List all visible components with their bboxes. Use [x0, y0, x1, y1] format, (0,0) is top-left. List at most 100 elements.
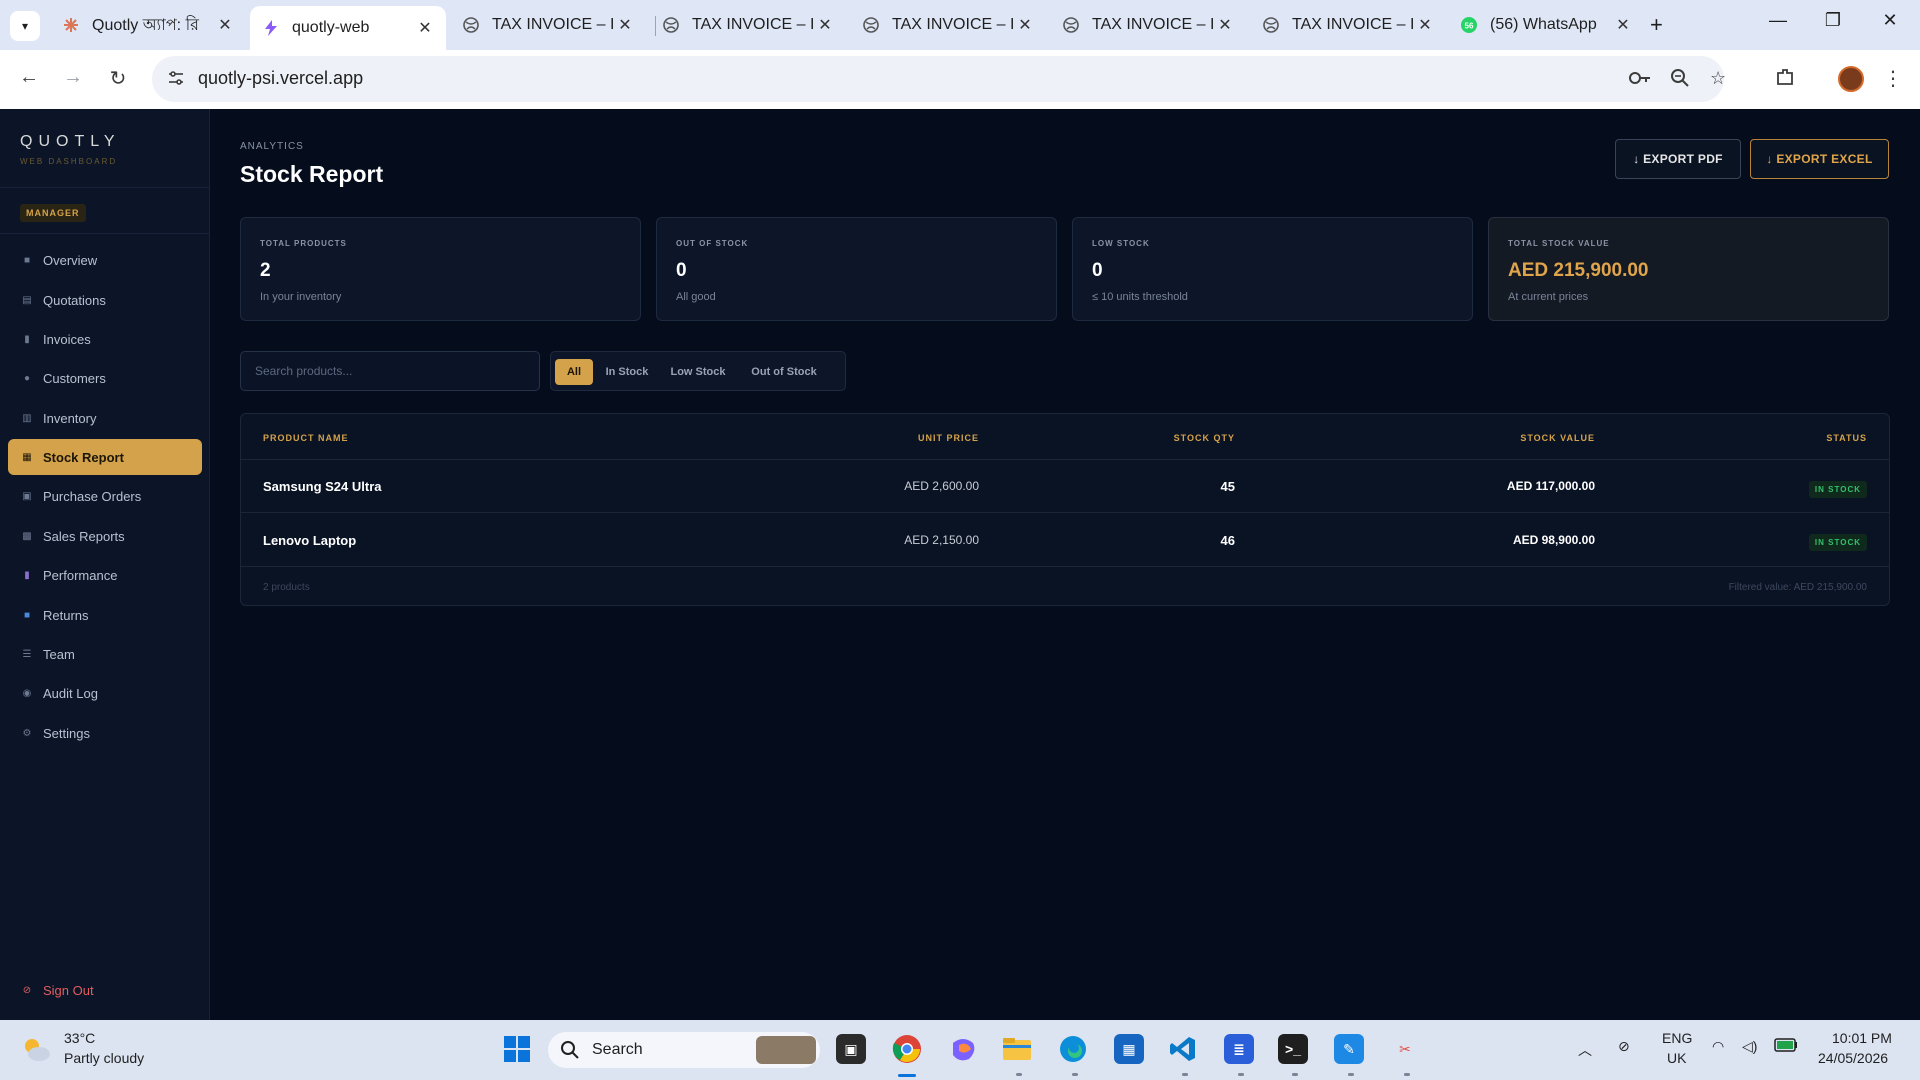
restore-button[interactable]: ❐ [1813, 10, 1853, 31]
running-app-indicator [1182, 1073, 1188, 1076]
close-window-button[interactable]: ✕ [1870, 10, 1910, 31]
zoom-icon[interactable] [1670, 68, 1690, 93]
sidebar-item-label: Sales Reports [43, 528, 125, 544]
search-input[interactable] [240, 351, 540, 391]
copilot-icon[interactable] [948, 1034, 978, 1064]
sidebar-item-purchase-orders[interactable]: ▣ Purchase Orders [8, 478, 202, 514]
browser-tab[interactable]: Quotly অ্যাপ: রি ✕ [50, 7, 246, 43]
keyboard-layout[interactable]: UK [1667, 1050, 1686, 1066]
minimize-button[interactable]: — [1758, 10, 1798, 31]
input-language[interactable]: ENG [1662, 1030, 1692, 1046]
close-icon[interactable]: ✕ [1614, 15, 1632, 35]
browser-tab-active[interactable]: quotly-web ✕ [250, 6, 446, 50]
filter-in-stock[interactable]: In Stock [599, 359, 655, 385]
search-icon [560, 1040, 580, 1065]
divider [0, 187, 210, 188]
volume-icon[interactable]: ◁) [1742, 1038, 1757, 1055]
return-icon: ■ [23, 609, 31, 621]
product-name: Lenovo Laptop [263, 533, 357, 548]
snipping-tool-icon[interactable]: ✂ [1390, 1034, 1420, 1064]
close-icon[interactable]: ✕ [1016, 15, 1034, 35]
sidebar-item-label: Returns [43, 607, 89, 623]
terminal-icon[interactable]: >_ [1278, 1034, 1308, 1064]
sidebar-item-settings[interactable]: ⚙ Settings [8, 715, 202, 751]
tab-search-button[interactable]: ▾ [10, 11, 40, 41]
omnibox[interactable]: quotly-psi.vercel.app ☆ [152, 56, 1726, 102]
sign-out-label: Sign Out [43, 982, 94, 998]
close-icon[interactable]: ✕ [616, 15, 634, 35]
cloud-offline-icon[interactable]: ⊘ [1618, 1038, 1630, 1055]
product-count: 2 products [263, 582, 310, 593]
stat-subtext: In your inventory [260, 291, 342, 303]
password-key-icon[interactable] [1628, 68, 1652, 93]
stat-value: 0 [676, 260, 687, 281]
notepad-icon[interactable]: ≣ [1224, 1034, 1254, 1064]
browser-tab[interactable]: TAX INVOICE – I ✕ [850, 7, 1046, 43]
role-badge: MANAGER [20, 204, 86, 222]
paint-icon[interactable]: ✎ [1334, 1034, 1364, 1064]
sidebar-item-stock-report[interactable]: ▦ Stock Report [8, 439, 202, 475]
sidebar-item-overview[interactable]: ■ Overview [8, 242, 202, 278]
clock-time[interactable]: 10:01 PM [1832, 1030, 1892, 1046]
column-header-product: PRODUCT NAME [263, 433, 349, 443]
tab-title: (56) WhatsApp [1490, 16, 1597, 33]
wifi-icon[interactable]: ◠ [1712, 1038, 1724, 1055]
extensions-icon[interactable] [1770, 66, 1800, 94]
back-button[interactable]: ← [14, 66, 44, 89]
browser-tab[interactable]: TAX INVOICE – I ✕ [650, 7, 846, 43]
battery-icon[interactable] [1774, 1038, 1798, 1055]
running-app-indicator [1238, 1073, 1244, 1076]
task-view-icon[interactable]: ▣ [836, 1034, 866, 1064]
sidebar-item-sales-reports[interactable]: ▩ Sales Reports [8, 518, 202, 554]
chrome-icon[interactable] [892, 1034, 922, 1064]
sidebar-item-invoices[interactable]: ▮ Invoices [8, 321, 202, 357]
filter-all[interactable]: All [555, 359, 593, 385]
sidebar-item-quotations[interactable]: ▤ Quotations [8, 282, 202, 318]
store-icon[interactable]: ▦ [1114, 1034, 1144, 1064]
stat-label: TOTAL STOCK VALUE [1508, 239, 1610, 248]
forward-button[interactable]: → [58, 66, 88, 89]
sidebar-item-performance[interactable]: ▮ Performance [8, 557, 202, 593]
bookmark-star-icon[interactable]: ☆ [1710, 68, 1726, 89]
browser-tab[interactable]: 56 (56) WhatsApp ✕ [1448, 7, 1644, 43]
edge-icon[interactable] [1058, 1034, 1088, 1064]
stat-card-out-of-stock: OUT OF STOCK 0 All good [656, 217, 1057, 321]
export-excel-button[interactable]: ↓ EXPORT EXCEL [1750, 139, 1889, 179]
browser-tab[interactable]: TAX INVOICE – I ✕ [450, 7, 646, 43]
menu-icon[interactable]: ⋮ [1878, 66, 1908, 91]
close-icon[interactable]: ✕ [1216, 15, 1234, 35]
reload-button[interactable]: ↻ [103, 66, 133, 91]
report-icon: ▦ [22, 451, 32, 463]
clock-icon: ◉ [22, 687, 32, 699]
browser-tab[interactable]: TAX INVOICE – I ✕ [1250, 7, 1446, 43]
sidebar-item-inventory[interactable]: ▥ Inventory [8, 400, 202, 436]
sidebar-item-team[interactable]: ☰ Team [8, 636, 202, 672]
site-settings-icon[interactable] [166, 68, 186, 88]
vscode-icon[interactable] [1168, 1034, 1198, 1064]
divider [0, 233, 210, 234]
taskbar-search[interactable]: Search [548, 1032, 820, 1068]
sidebar-item-label: Invoices [43, 331, 91, 347]
chevron-up-icon[interactable]: ︿ [1578, 1040, 1592, 1060]
stock-table: PRODUCT NAME UNIT PRICE STOCK QTY STOCK … [240, 413, 1890, 606]
close-icon[interactable]: ✕ [1416, 15, 1434, 35]
sidebar-item-audit-log[interactable]: ◉ Audit Log [8, 675, 202, 711]
sign-out-button[interactable]: ⊘ Sign Out [8, 972, 202, 1008]
export-pdf-button[interactable]: ↓ EXPORT PDF [1615, 139, 1741, 179]
sidebar-item-returns[interactable]: ■ Returns [8, 597, 202, 633]
filter-out-of-stock[interactable]: Out of Stock [741, 359, 827, 385]
sidebar-item-customers[interactable]: ● Customers [8, 360, 202, 396]
profile-avatar[interactable] [1838, 66, 1864, 92]
close-icon[interactable]: ✕ [816, 15, 834, 35]
filter-low-stock[interactable]: Low Stock [663, 359, 733, 385]
file-explorer-icon[interactable] [1002, 1034, 1032, 1064]
new-tab-button[interactable]: + [1650, 12, 1663, 38]
clock-date[interactable]: 24/05/2026 [1818, 1050, 1888, 1066]
close-icon[interactable]: ✕ [416, 18, 434, 38]
close-icon[interactable]: ✕ [216, 15, 234, 35]
sidebar-item-label: Stock Report [43, 449, 124, 465]
browser-tab[interactable]: TAX INVOICE – I ✕ [1050, 7, 1246, 43]
whatsapp-icon: 56 [1460, 16, 1478, 34]
windows-start-icon[interactable] [502, 1034, 532, 1064]
running-app-indicator [1404, 1073, 1410, 1076]
